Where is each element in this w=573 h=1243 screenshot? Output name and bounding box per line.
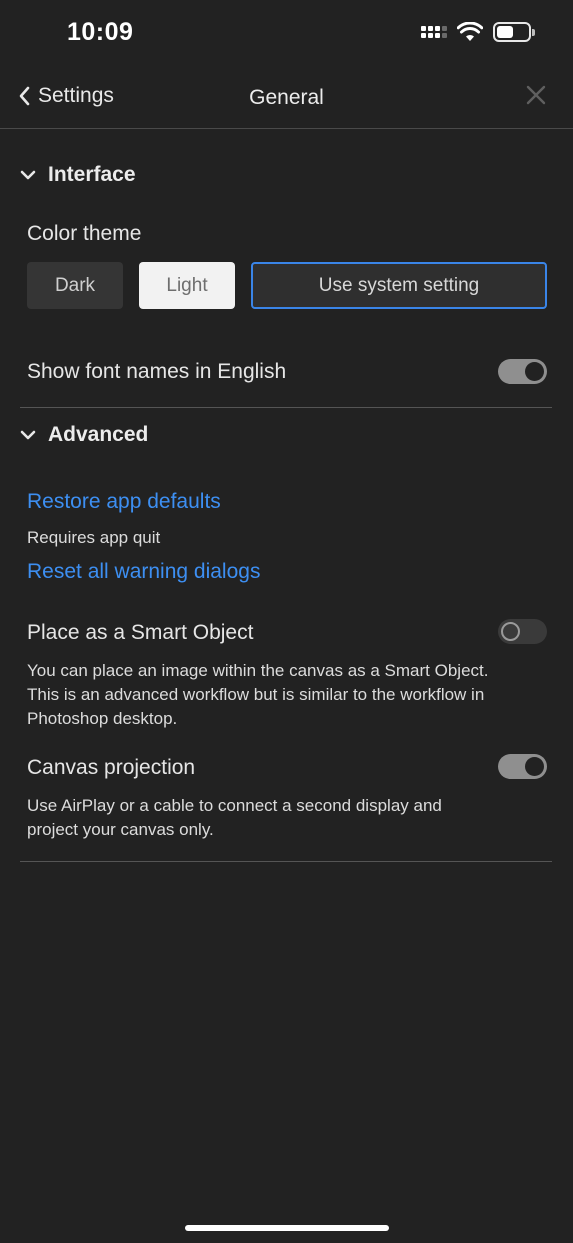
section-divider-bottom [20,861,552,862]
page-title: General [249,86,324,109]
canvas-projection-toggle[interactable] [498,754,547,779]
close-button[interactable] [525,84,547,111]
status-bar: 10:09 [0,0,573,70]
section-divider [20,407,552,408]
advanced-heading: Advanced [48,423,149,446]
battery-icon [493,22,535,42]
font-names-toggle[interactable] [498,359,547,384]
nav-bar: Settings General [0,70,573,129]
theme-option-light[interactable]: Light [139,262,235,309]
canvas-projection-label: Canvas projection [27,756,196,779]
smart-object-description: You can place an image within the canvas… [27,661,489,728]
smart-object-label: Place as a Smart Object [27,621,254,644]
color-theme-label: Color theme [27,222,142,245]
interface-section-header[interactable]: Interface [20,163,136,187]
theme-option-dark[interactable]: Dark [27,262,123,309]
close-icon [526,85,546,105]
status-time: 10:09 [67,18,134,46]
theme-option-system[interactable]: Use system setting [251,262,547,309]
chevron-down-icon [20,170,36,180]
chevron-down-icon [20,430,36,440]
interface-heading: Interface [48,163,136,186]
canvas-projection-description: Use AirPlay or a cable to connect a seco… [27,796,442,839]
status-icons [421,22,535,42]
restore-note: Requires app quit [27,528,161,547]
wifi-icon [457,22,483,41]
reset-warnings-link[interactable]: Reset all warning dialogs [27,560,260,584]
font-names-label: Show font names in English [27,360,287,383]
home-indicator[interactable] [185,1225,389,1231]
advanced-section-header[interactable]: Advanced [20,423,148,447]
smart-object-toggle[interactable] [498,619,547,644]
signal-icon [421,26,447,38]
restore-defaults-link[interactable]: Restore app defaults [27,490,221,514]
